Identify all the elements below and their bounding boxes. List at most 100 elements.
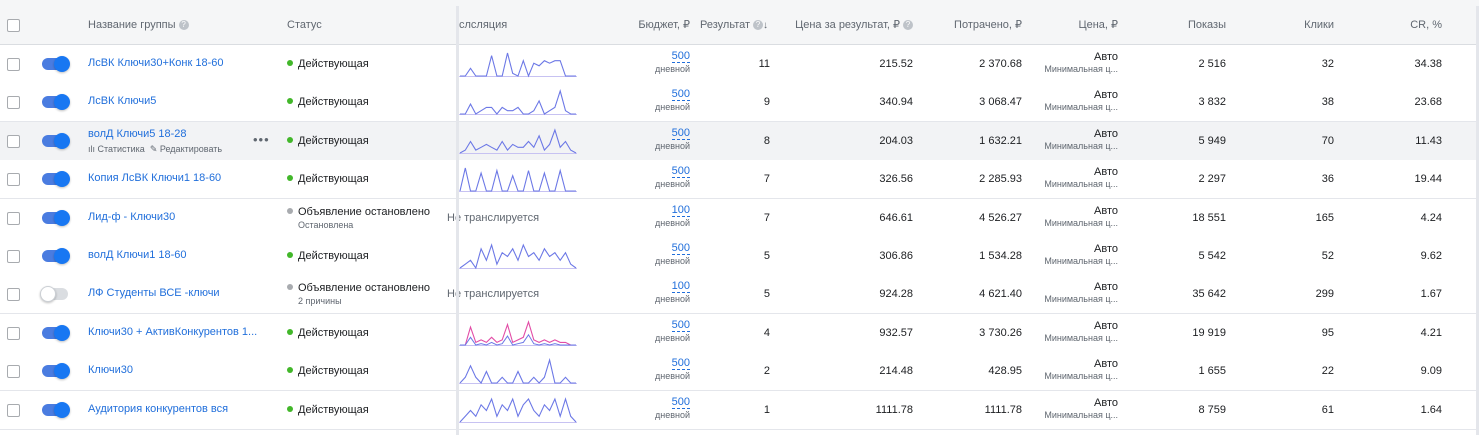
row-checkbox[interactable] — [7, 365, 20, 378]
table-row[interactable]: Лид-ф - Ключи30 Объявление остановлено Ост… — [0, 199, 1479, 238]
row-checkbox[interactable] — [7, 58, 20, 71]
col-budget[interactable]: Бюджет, ₽ — [610, 6, 690, 44]
adset-name-link[interactable]: ЛФ Студенты ВСЕ -ключи — [88, 287, 220, 299]
budget-period: дневной — [654, 218, 690, 228]
budget-amount[interactable]: 500 — [671, 127, 690, 140]
adset-name-link[interactable]: ЛсВК Ключи5 — [88, 95, 156, 107]
col-result-label: Результат — [700, 19, 751, 31]
budget-amount[interactable]: 100 — [671, 204, 690, 217]
budget-cell[interactable]: 500 дневной — [630, 127, 690, 152]
budget-cell[interactable]: 100 дневной — [630, 204, 690, 229]
budget-amount[interactable]: 500 — [671, 396, 690, 409]
table-row[interactable]: Аудитория конкурентов вся Действующая 500 д… — [0, 391, 1479, 430]
budget-cell[interactable]: 500 дневной — [630, 357, 690, 382]
budget-cell[interactable]: 500 дневной — [630, 165, 690, 190]
budget-amount[interactable]: 500 — [671, 50, 690, 63]
col-result[interactable]: Результат? ↓ — [700, 6, 768, 44]
row-checkbox[interactable] — [7, 404, 20, 417]
sort-down-icon[interactable]: ↓ — [763, 20, 768, 31]
budget-amount[interactable]: 500 — [671, 357, 690, 370]
row-checkbox[interactable] — [7, 173, 20, 186]
budget-cell[interactable]: 500 дневной — [630, 319, 690, 344]
col-delivery[interactable]: слсляция — [459, 6, 507, 44]
table-row[interactable]: Копия ЛсВК Ключи1 18-60 Действующая 500 дне… — [0, 160, 1479, 199]
budget-cell[interactable]: 500 дневной — [630, 242, 690, 267]
adset-name-link[interactable]: волД Ключи5 18-28 — [88, 128, 187, 140]
row-checkbox[interactable] — [7, 327, 20, 340]
budget-amount[interactable]: 500 — [671, 88, 690, 101]
row-checkbox[interactable] — [7, 288, 20, 301]
help-icon[interactable]: ? — [178, 20, 189, 31]
delivery-sparkline — [459, 237, 579, 275]
budget-cell[interactable]: 500 дневной — [630, 396, 690, 421]
table-row[interactable]: ЛФ Студенты ВСЕ -ключи Объявление останов… — [0, 275, 1479, 314]
col-cost-per-result[interactable]: Цена за результат, ₽? — [770, 6, 913, 44]
table-row[interactable]: волД Ключи5 18-28 ılı Статистика ✎ Редакт… — [0, 122, 1479, 161]
budget-amount[interactable]: 500 — [671, 319, 690, 332]
adset-name-link[interactable]: Ключи30 + АктивКонкурентов 1... — [88, 326, 257, 338]
delivery-toggle[interactable] — [42, 171, 70, 187]
bid-strategy: Минимальная ц... — [1044, 256, 1118, 266]
stats-link[interactable]: Статистика — [98, 144, 145, 154]
adset-name-link[interactable]: волД Ключи1 18-60 — [88, 249, 187, 261]
col-spent[interactable]: Потрачено, ₽ — [920, 6, 1022, 44]
col-group-name[interactable]: Название группы? — [88, 6, 189, 44]
delivery-toggle[interactable] — [42, 402, 70, 418]
budget-cell[interactable]: 100 дневной — [630, 280, 690, 305]
row-checkbox[interactable] — [7, 250, 20, 263]
select-all-checkbox[interactable] — [7, 19, 20, 32]
budget-cell[interactable]: 500 дневной — [630, 50, 690, 75]
row-checkbox[interactable] — [7, 212, 20, 225]
result-value: 5 — [763, 288, 770, 300]
edit-link[interactable]: Редактировать — [160, 144, 222, 154]
budget-amount[interactable]: 500 — [671, 165, 690, 178]
delivery-sparkline — [459, 160, 579, 198]
bid-strategy: Минимальная ц... — [1044, 179, 1118, 189]
row-checkbox[interactable] — [7, 135, 20, 148]
price-value: Авто — [1094, 281, 1118, 293]
table-row[interactable]: ЛсВК Ключи5 Действующая 500 дневной 9 340.94 3… — [0, 83, 1479, 122]
budget-cell[interactable]: 500 дневной — [630, 88, 690, 113]
status-dot-icon — [287, 208, 293, 215]
price-cell: Авто Минимальная ц... — [1033, 320, 1118, 344]
budget-amount[interactable]: 500 — [671, 242, 690, 255]
status-cell: Действующая — [287, 365, 369, 377]
sparkline-line — [459, 128, 577, 154]
delivery-toggle[interactable] — [42, 363, 70, 379]
impressions-value: 5 542 — [1198, 250, 1226, 262]
help-icon[interactable]: ? — [903, 20, 913, 31]
row-checkbox[interactable] — [7, 96, 20, 109]
col-price[interactable]: Цена, ₽ — [1040, 6, 1118, 44]
delivery-toggle[interactable] — [42, 210, 70, 226]
budget-amount[interactable]: 100 — [671, 280, 690, 293]
budget-period: дневной — [654, 410, 690, 420]
col-status[interactable]: Статус — [287, 6, 322, 44]
delivery-toggle[interactable] — [42, 248, 70, 264]
result-value: 11 — [758, 58, 770, 70]
table-row[interactable]: Ключи30 + АктивКонкурентов 1... Действующ… — [0, 314, 1479, 353]
status-text: Действующая — [298, 365, 369, 377]
delivery-toggle[interactable] — [42, 94, 70, 110]
more-options-icon[interactable]: ••• — [253, 132, 270, 147]
adset-name-link[interactable]: ЛсВК Ключи30+Конк 18-60 — [88, 57, 224, 69]
col-cr[interactable]: CR, % — [1360, 6, 1442, 44]
adset-name-link[interactable]: Аудитория конкурентов вся — [88, 403, 228, 415]
adset-name-link[interactable]: Ключи30 — [88, 364, 133, 376]
table-row[interactable]: ЛсВК Ключи30+Конк 18-60 Действующая 500 дне… — [0, 45, 1479, 84]
table-row[interactable]: волД Ключи1 18-60 Действующая 500 дневной 5 3… — [0, 237, 1479, 276]
delivery-toggle[interactable] — [40, 286, 68, 302]
status-cell: Действующая — [287, 250, 369, 262]
adset-name-link[interactable]: Копия ЛсВК Ключи1 18-60 — [88, 172, 221, 184]
col-clicks[interactable]: Клики — [1250, 6, 1334, 44]
delivery-toggle[interactable] — [42, 133, 70, 149]
row-actions: ılı Статистика ✎ Редактировать — [88, 144, 222, 155]
table-row[interactable]: Ключи30 Действующая 500 дневной 2 214.48 428.9… — [0, 352, 1479, 391]
delivery-toggle[interactable] — [42, 56, 70, 72]
bid-strategy: Минимальная ц... — [1044, 333, 1118, 343]
delivery-toggle[interactable] — [42, 325, 70, 341]
adset-name-link[interactable]: Лид-ф - Ключи30 — [88, 211, 175, 223]
bid-strategy: Минимальная ц... — [1044, 64, 1118, 74]
pencil-icon: ✎ — [149, 144, 158, 154]
help-icon[interactable]: ? — [753, 20, 764, 31]
col-impressions[interactable]: Показы — [1140, 6, 1226, 44]
